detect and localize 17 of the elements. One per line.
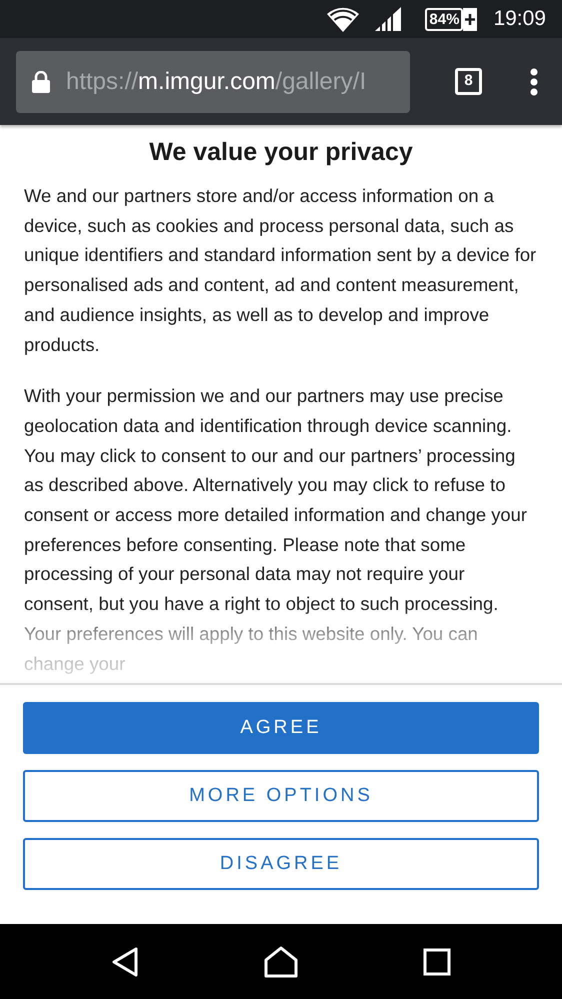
address-bar[interactable]: https://m.imgur.com/gallery/I (16, 50, 410, 112)
charging-icon (463, 8, 478, 30)
dialog-title: We value your privacy (148, 137, 414, 167)
url-text: https://m.imgur.com/gallery/I (66, 66, 366, 96)
tab-count-button[interactable]: 8 (455, 68, 482, 95)
back-icon[interactable] (110, 946, 139, 976)
signal-icon (375, 7, 402, 31)
clock-time: 19:09 (493, 6, 546, 32)
more-options-button[interactable]: MORE OPTIONS (23, 770, 539, 822)
disagree-button[interactable]: DISAGREE (23, 838, 539, 890)
wifi-icon (327, 6, 360, 32)
home-icon[interactable] (264, 946, 298, 978)
agree-button[interactable]: AGREE (23, 702, 539, 754)
menu-icon[interactable] (530, 68, 538, 96)
lock-icon (32, 70, 50, 92)
privacy-paragraph: We and our partners store and/or access information on a device, such as cookies and process personal data, such as unique identifiers and standard information sent by a device for personalised ads and content, ad and content measurement, and audience insights, as well as to develop and improve products. (24, 184, 538, 357)
recents-icon[interactable] (423, 948, 452, 976)
